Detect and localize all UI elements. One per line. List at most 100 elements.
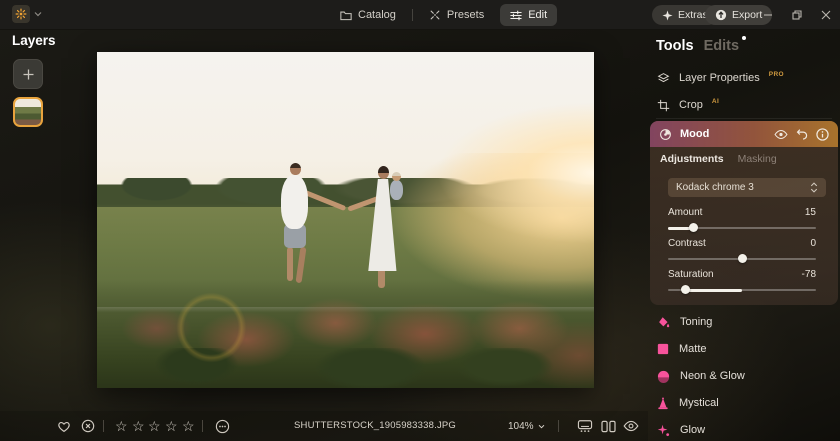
photo-man-shirt [281, 175, 308, 229]
panel-divider [656, 118, 832, 119]
tool-mystical[interactable]: Mystical [648, 391, 840, 415]
star-icon-4[interactable]: ☆ [165, 411, 178, 441]
slider-value: 15 [804, 207, 816, 218]
tool-toning[interactable]: Toning [648, 310, 840, 334]
layer-thumbnail-selected[interactable] [13, 97, 43, 127]
pro-badge: PRO [768, 70, 785, 78]
star-icon-3[interactable]: ☆ [148, 411, 161, 441]
section-label: Crop [679, 99, 703, 111]
section-label: Layer Properties [679, 72, 760, 84]
top-bar: Catalog Presets Edit Extras Export [0, 0, 840, 30]
add-layer-button[interactable] [13, 59, 43, 89]
photo-baby-head [392, 172, 401, 181]
tab-masking[interactable]: Masking [738, 153, 777, 165]
zoom-level-dropdown[interactable]: 104% [508, 411, 545, 441]
eye-icon[interactable] [774, 129, 788, 140]
right-panel-header: Tools Edits [656, 36, 747, 54]
slider-knob[interactable] [738, 254, 747, 263]
tab-presets[interactable]: Presets [419, 4, 494, 26]
tool-matte[interactable]: Matte [648, 337, 840, 361]
slider-knob[interactable] [689, 223, 699, 232]
mood-header[interactable]: Mood [650, 121, 838, 147]
mystical-cone-icon [657, 397, 669, 410]
tab-tools[interactable]: Tools [656, 38, 694, 54]
slider-label: Amount [668, 207, 703, 218]
tab-catalog[interactable]: Catalog [330, 4, 406, 26]
slider-value: -78 [801, 269, 816, 280]
mode-tabs: Catalog Presets Edit [330, 4, 558, 26]
tool-neon-glow[interactable]: Neon & Glow [648, 364, 840, 388]
reject-circle-icon[interactable] [81, 411, 95, 441]
tab-edits[interactable]: Edits [704, 36, 747, 54]
tool-label: Toning [680, 316, 713, 328]
slider-knob[interactable] [681, 285, 691, 294]
slider-contrast-labels: Contrast 0 [668, 238, 816, 249]
right-panel: Tools Edits Layer Properties PRO Crop AI [648, 30, 840, 441]
slider-amount-labels: Amount 15 [668, 207, 816, 218]
aperture-icon [659, 128, 672, 141]
tab-adjustments[interactable]: Adjustments [660, 153, 724, 165]
photo-lens-flare [97, 52, 594, 388]
minimize-button[interactable] [754, 0, 782, 30]
bottom-divider [558, 420, 559, 432]
matte-square-icon [657, 343, 669, 355]
tab-presets-label: Presets [446, 9, 485, 21]
app-logo-button[interactable] [12, 5, 30, 23]
tab-catalog-label: Catalog [358, 9, 396, 21]
photo-woman-legs [378, 268, 385, 288]
tab-edit[interactable]: Edit [500, 4, 558, 26]
info-icon[interactable] [816, 127, 829, 141]
bottom-divider [103, 420, 104, 432]
mood-tabs: Adjustments Masking [660, 153, 777, 165]
chevron-down-icon [538, 424, 544, 428]
luminar-sun-icon [15, 8, 27, 20]
mood-title: Mood [680, 128, 710, 140]
paint-bucket-icon [657, 316, 670, 329]
bottom-bar: ☆ ☆ ☆ ☆ ☆ SHUTTERSTOCK_1905983338.JPG 10… [0, 411, 648, 441]
export-arrow-icon [715, 9, 727, 21]
slider-fill [685, 288, 742, 292]
compare-icon[interactable] [601, 411, 616, 441]
layers-panel-title: Layers [12, 33, 56, 48]
edits-notification-dot [742, 36, 747, 40]
photo-man-leg [287, 247, 293, 281]
close-button[interactable] [812, 0, 840, 30]
tool-glow[interactable]: Glow [648, 418, 840, 441]
restore-button[interactable] [783, 0, 811, 30]
mood-tool-card: Mood Adjustments Masking Kodack chrome 3 [650, 121, 838, 305]
section-crop[interactable]: Crop AI [648, 93, 840, 117]
updown-chevron-icon [810, 182, 818, 193]
mood-preset-dropdown[interactable]: Kodack chrome 3 [668, 178, 826, 197]
slider-contrast[interactable] [668, 254, 816, 263]
extras-button-label: Extras [678, 9, 708, 21]
photo-canvas[interactable] [97, 52, 594, 388]
bottom-divider [202, 420, 203, 432]
photo-man-head [290, 163, 301, 175]
heart-icon[interactable] [57, 411, 71, 441]
zoom-level-value: 104% [508, 420, 534, 432]
slider-label: Contrast [668, 238, 706, 249]
slider-saturation[interactable] [668, 285, 816, 294]
preset-value: Kodack chrome 3 [676, 182, 754, 193]
layers-icon [657, 72, 670, 85]
tool-label: Glow [680, 424, 706, 436]
filmstrip-icon[interactable] [577, 411, 593, 441]
photo-woman-head [378, 166, 389, 179]
glow-sparkle-icon [657, 424, 670, 437]
star-icon-1[interactable]: ☆ [115, 411, 128, 441]
undo-icon[interactable] [796, 128, 808, 140]
tool-label: Matte [679, 343, 707, 355]
star-icon-2[interactable]: ☆ [132, 411, 145, 441]
wand-sparkle-icon [429, 9, 441, 21]
sliders-icon [510, 10, 522, 21]
chevron-down-icon[interactable] [34, 11, 42, 17]
tool-label: Neon & Glow [680, 370, 745, 382]
eye-icon[interactable] [623, 411, 639, 441]
tab-edit-label: Edit [528, 9, 548, 21]
section-layer-properties[interactable]: Layer Properties PRO [648, 66, 840, 90]
slider-amount[interactable] [668, 223, 816, 232]
folder-icon [340, 10, 352, 21]
plus-icon [22, 68, 35, 81]
star-icon-5[interactable]: ☆ [182, 411, 195, 441]
more-dots-icon[interactable] [215, 411, 230, 441]
